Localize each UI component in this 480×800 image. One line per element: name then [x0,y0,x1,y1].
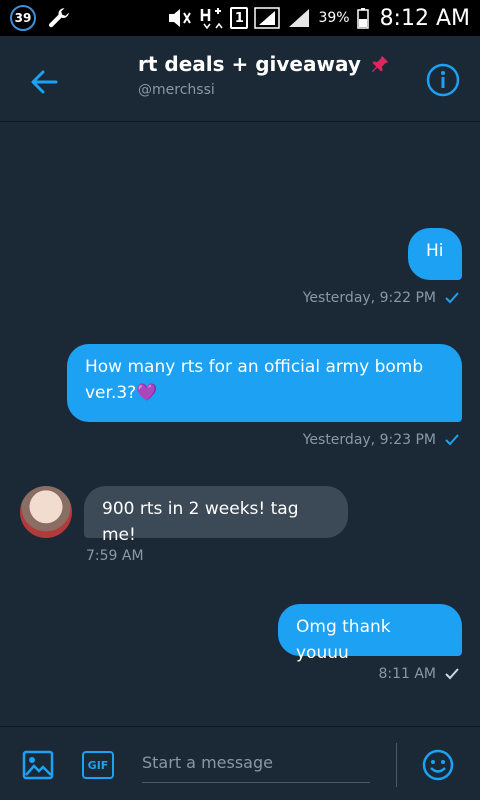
data-hplus-icon [201,8,224,29]
composer-divider [396,743,397,787]
smiley-icon[interactable] [422,749,454,781]
signal-icon [254,7,281,29]
avatar[interactable] [20,486,72,538]
conversation-handle: @merchssi [138,82,215,98]
sent-message-bubble[interactable]: Omg thank youuu [278,604,462,663]
checkmark-icon [445,668,459,680]
conversation-title-block[interactable]: rt deals + giveaway @merchssi [138,52,391,98]
message-meta: 7:59 AM [86,548,144,564]
message-meta: Yesterday, 9:22 PM [303,290,460,306]
wrench-icon [49,8,69,28]
signal-2-icon [289,9,310,27]
checkmark-icon [445,292,459,304]
conversation-name: rt deals + giveaway [138,52,361,76]
mute-icon [169,9,192,27]
gif-button[interactable]: GIF [82,751,114,779]
message-input[interactable] [142,743,370,783]
image-icon[interactable] [22,749,54,781]
message-timestamp: 8:11 AM [378,666,436,682]
conversation-title: rt deals + giveaway [138,52,391,76]
notification-count-badge: 39 [10,5,36,31]
message-timestamp: 7:59 AM [86,548,144,564]
message-timestamp: Yesterday, 9:22 PM [302,290,436,306]
message-timestamp: Yesterday, 9:23 PM [302,432,436,448]
back-arrow-icon[interactable] [26,64,62,100]
received-message-bubble[interactable]: 900 rts in 2 weeks! tag me! [84,486,348,545]
message-meta: 8:11 AM [378,666,460,682]
sent-message-bubble[interactable]: How many rts for an official army bomb v… [67,344,462,422]
message-meta: Yesterday, 9:23 PM [303,432,460,448]
sim-indicator: 1 [230,7,249,29]
battery-percent: 39% [318,10,350,26]
status-bar: 39 1 39% 8:12 AM [0,0,480,36]
pushpin-icon [371,55,389,73]
conversation-header: rt deals + giveaway @merchssi [0,36,480,122]
clock: 8:12 AM [379,5,470,31]
message-composer: GIF [0,726,480,800]
info-icon[interactable] [426,63,460,97]
battery-icon [356,8,369,29]
sent-message-bubble[interactable]: Hi [408,228,462,280]
checkmark-icon [445,434,459,446]
